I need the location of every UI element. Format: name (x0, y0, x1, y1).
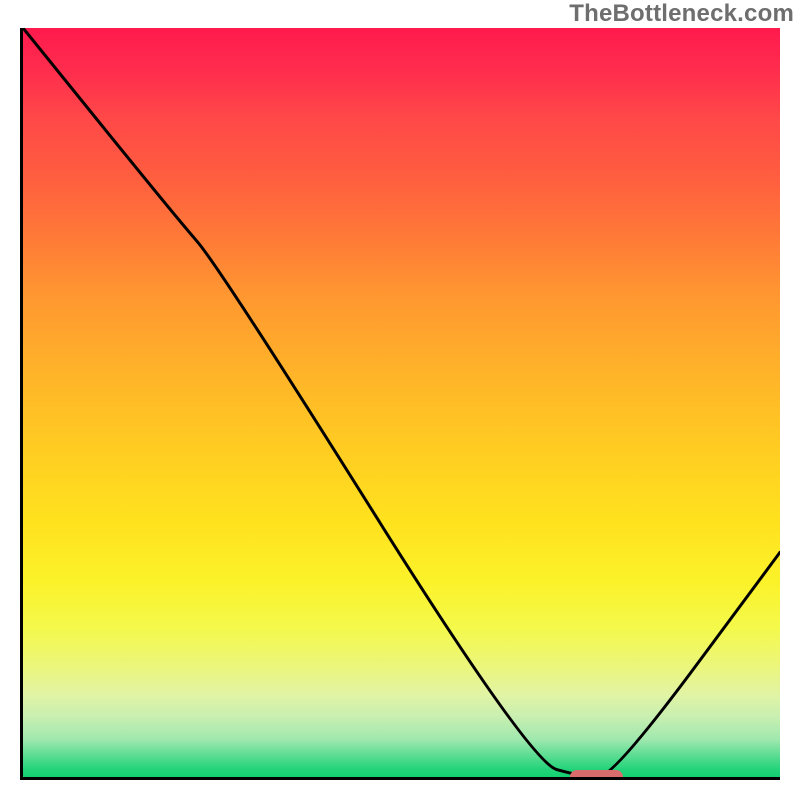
chart-curve-svg (23, 28, 780, 777)
watermark-text: TheBottleneck.com (569, 0, 794, 28)
optimal-range-marker (570, 770, 623, 780)
chart-plot-area (20, 28, 780, 780)
bottleneck-curve-path (23, 28, 780, 777)
